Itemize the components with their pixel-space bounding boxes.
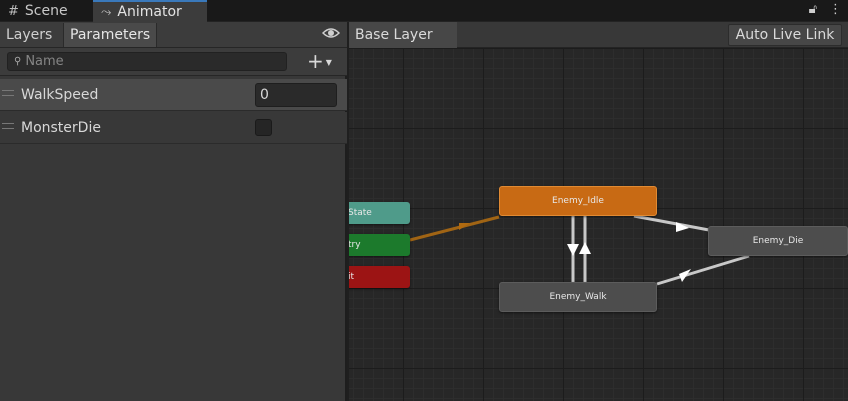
state-label: Enemy_Die bbox=[752, 236, 804, 246]
exit-label: it bbox=[349, 272, 355, 282]
auto-live-link-button[interactable]: Auto Live Link bbox=[728, 24, 842, 46]
panel-tab-bar: Layers Parameters bbox=[0, 22, 347, 48]
state-node-enemy-idle[interactable]: Enemy_Idle bbox=[499, 186, 657, 216]
any-state-node[interactable]: State bbox=[349, 202, 410, 224]
breadcrumb-label: Base Layer bbox=[355, 27, 433, 43]
lock-icon[interactable]: 🔓︎ bbox=[809, 2, 817, 17]
animator-graph-icon: ⤳ bbox=[101, 4, 112, 20]
search-box: ⚲ bbox=[7, 52, 287, 71]
monsterdie-checkbox[interactable] bbox=[255, 119, 272, 136]
tab-parameters-label: Parameters bbox=[70, 27, 151, 43]
parameter-row[interactable]: MonsterDie bbox=[0, 112, 347, 144]
tab-scene[interactable]: # Scene bbox=[0, 0, 90, 22]
search-row: ⚲ + ▼ bbox=[0, 48, 347, 76]
tab-parameters[interactable]: Parameters bbox=[63, 23, 157, 47]
parameter-row[interactable]: WalkSpeed bbox=[0, 79, 347, 111]
walk-to-idle-arrow bbox=[579, 242, 591, 254]
entry-node[interactable]: try bbox=[349, 234, 410, 256]
drag-handle-icon[interactable] bbox=[2, 90, 14, 96]
parameters-panel: Layers Parameters ⚲ + ▼ WalkSpeed Monste… bbox=[0, 22, 347, 401]
plus-icon: + bbox=[307, 49, 324, 73]
tab-layers-label: Layers bbox=[6, 27, 53, 43]
more-menu-icon[interactable]: ⋮ bbox=[829, 2, 842, 17]
tab-scene-label: Scene bbox=[24, 3, 68, 19]
parameter-name: WalkSpeed bbox=[21, 86, 99, 103]
window-controls: 🔓︎ ⋮ bbox=[809, 2, 842, 17]
any-state-label: State bbox=[349, 208, 372, 218]
chevron-down-icon: ▼ bbox=[325, 57, 332, 67]
state-node-enemy-die[interactable]: Enemy_Die bbox=[708, 226, 848, 256]
grid-icon: # bbox=[8, 3, 19, 19]
tab-animator[interactable]: ⤳ Animator bbox=[93, 0, 207, 22]
add-parameter-button[interactable]: + ▼ bbox=[307, 51, 343, 71]
drag-handle-icon[interactable] bbox=[2, 123, 14, 129]
idle-to-die-line[interactable] bbox=[633, 214, 710, 232]
auto-live-link-label: Auto Live Link bbox=[735, 27, 835, 43]
eye-icon[interactable] bbox=[321, 26, 341, 42]
exit-node[interactable]: it bbox=[349, 266, 410, 288]
breadcrumb-arrow bbox=[445, 22, 456, 48]
tab-layers[interactable]: Layers bbox=[0, 23, 62, 47]
search-input[interactable] bbox=[25, 54, 266, 69]
editor-tab-bar: # Scene ⤳ Animator 🔓︎ ⋮ bbox=[0, 0, 848, 22]
breadcrumb[interactable]: Base Layer bbox=[349, 22, 457, 48]
entry-label: try bbox=[349, 240, 361, 250]
entry-transition-line[interactable] bbox=[409, 215, 500, 242]
walk-to-die-line[interactable] bbox=[656, 254, 750, 286]
tab-animator-label: Animator bbox=[117, 4, 182, 20]
state-node-enemy-walk[interactable]: Enemy_Walk bbox=[499, 282, 657, 312]
graph-toolbar: Base Layer Auto Live Link bbox=[349, 22, 848, 48]
parameter-name: MonsterDie bbox=[21, 119, 101, 136]
idle-to-walk-arrow bbox=[567, 244, 579, 256]
walkspeed-value-field[interactable] bbox=[255, 83, 337, 107]
state-label: Enemy_Idle bbox=[552, 196, 604, 206]
animator-graph-canvas[interactable]: Base Layer Auto Live Link State try it E… bbox=[349, 22, 848, 401]
search-icon: ⚲ bbox=[14, 56, 22, 67]
state-label: Enemy_Walk bbox=[549, 292, 607, 302]
